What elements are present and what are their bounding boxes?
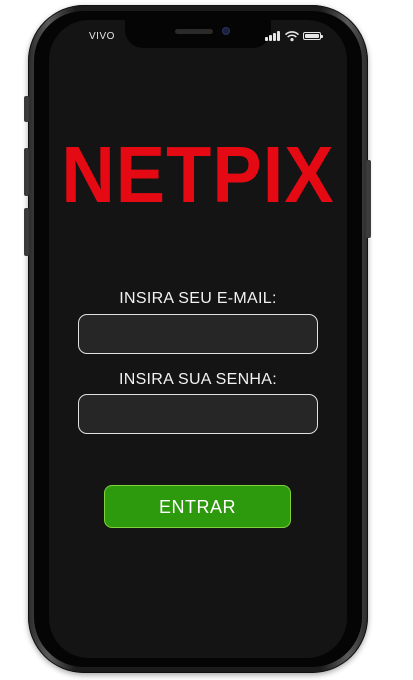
app-screen: VIVO NETPIX INSIRA SEU E-MAIL: INSIRA SU… xyxy=(49,20,347,658)
password-label: INSIRA SUA SENHA: xyxy=(118,371,278,388)
front-camera-icon xyxy=(222,27,230,35)
battery-fill xyxy=(305,34,319,38)
notch xyxy=(125,20,271,48)
wifi-icon xyxy=(285,31,299,42)
password-field[interactable] xyxy=(78,394,318,434)
email-field[interactable] xyxy=(78,314,318,354)
volume-up-button xyxy=(24,148,29,196)
battery-icon xyxy=(303,32,323,40)
app-logo: NETPIX xyxy=(61,129,335,220)
signal-bars-icon xyxy=(265,31,281,41)
status-icons xyxy=(265,30,325,42)
power-button xyxy=(366,160,371,238)
volume-down-button xyxy=(24,208,29,256)
speaker-grille xyxy=(175,29,213,34)
mute-switch xyxy=(24,96,29,122)
email-label: INSIRA SEU E-MAIL: xyxy=(119,290,277,307)
carrier-name: VIVO xyxy=(89,31,115,42)
login-button[interactable]: ENTRAR xyxy=(104,485,291,528)
